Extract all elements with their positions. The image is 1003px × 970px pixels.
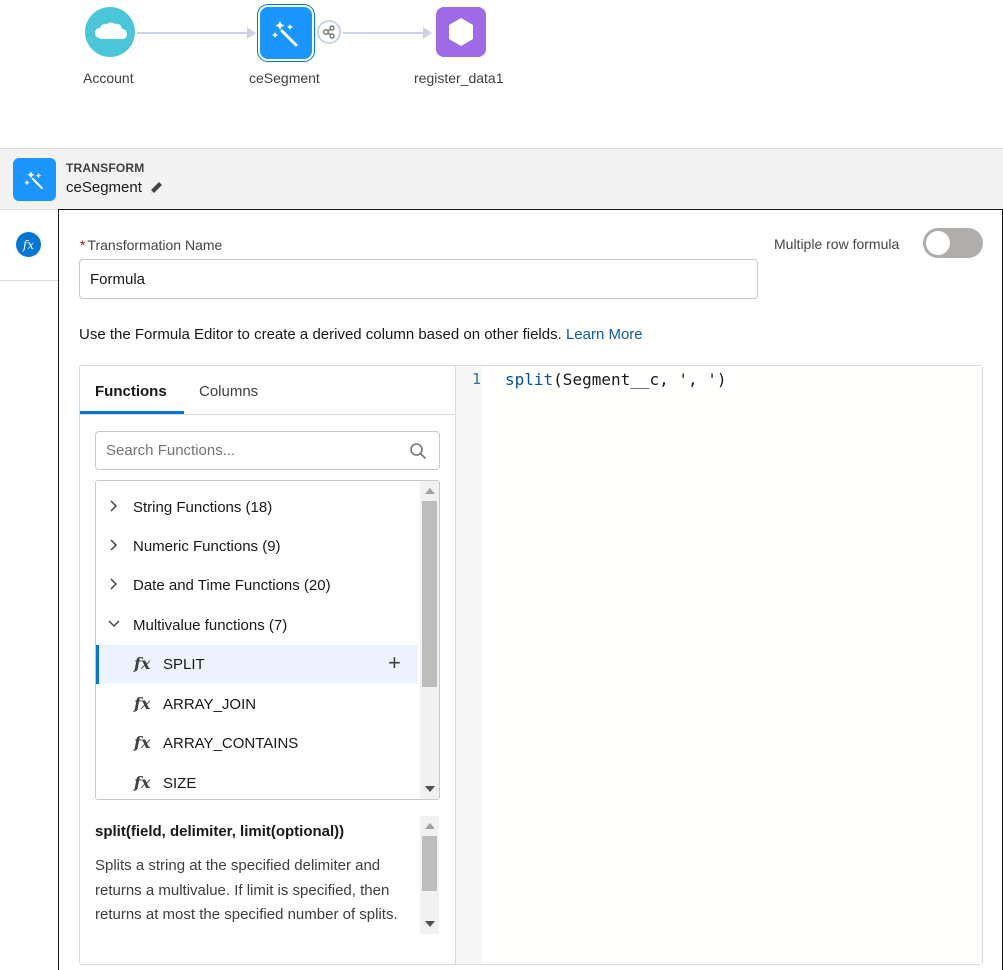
chevron-right-icon bbox=[110, 500, 118, 512]
salesforce-cloud-icon bbox=[95, 22, 127, 39]
line-number-gutter bbox=[456, 366, 482, 964]
scroll-up-arrow-icon[interactable] bbox=[425, 823, 435, 829]
function-label: SIZE bbox=[163, 775, 197, 792]
transform-icon bbox=[13, 158, 56, 201]
transform-type-label: TRANSFORM bbox=[66, 161, 145, 175]
connector-line bbox=[343, 32, 423, 34]
fx-icon: fx bbox=[134, 773, 151, 792]
toggle-knob bbox=[926, 231, 950, 255]
category-label: Multivalue functions (7) bbox=[133, 617, 288, 634]
cesegment-node-label[interactable]: ceSegment bbox=[249, 70, 320, 86]
tab-functions[interactable]: Functions bbox=[95, 383, 167, 400]
transform-name-text: ceSegment bbox=[66, 179, 142, 196]
function-item-size[interactable]: fx SIZE bbox=[96, 764, 418, 799]
scroll-down-arrow-icon[interactable] bbox=[425, 921, 435, 927]
category-string-functions[interactable]: String Functions (18) bbox=[96, 488, 418, 527]
documentation-scrollbar[interactable] bbox=[420, 816, 439, 934]
share-icon bbox=[323, 25, 335, 39]
pencil-edit-icon[interactable] bbox=[148, 180, 164, 196]
function-label: SPLIT bbox=[163, 656, 205, 673]
category-label: Date and Time Functions (20) bbox=[133, 577, 331, 594]
search-icon[interactable] bbox=[409, 442, 427, 460]
cesegment-node-icon[interactable] bbox=[260, 7, 312, 59]
connector-line bbox=[137, 32, 247, 34]
chevron-right-icon bbox=[110, 539, 118, 551]
category-date-time-functions[interactable]: Date and Time Functions (20) bbox=[96, 566, 418, 605]
search-functions-input[interactable] bbox=[96, 432, 406, 469]
function-description: Splits a string at the specified delimit… bbox=[95, 857, 398, 923]
account-node-icon[interactable] bbox=[85, 7, 135, 57]
link-icon[interactable] bbox=[317, 20, 341, 44]
register-node-icon[interactable] bbox=[436, 7, 486, 57]
flow-canvas: Account ceSegment register_data1 bbox=[0, 0, 1003, 148]
function-list: String Functions (18) Numeric Functions … bbox=[95, 480, 440, 800]
function-documentation: split(field, delimiter, limit(optional))… bbox=[95, 816, 440, 934]
active-tab-indicator bbox=[80, 411, 184, 414]
fx-icon: fx bbox=[134, 654, 151, 673]
code-args-token: (Segment__c, ', ') bbox=[553, 370, 727, 389]
scrollbar-thumb[interactable] bbox=[422, 501, 437, 687]
function-item-array-contains[interactable]: fx ARRAY_CONTAINS bbox=[96, 724, 418, 763]
left-rail: fx bbox=[0, 210, 58, 970]
multiple-row-formula-toggle[interactable] bbox=[923, 228, 983, 258]
formula-panel: *Transformation Name Multiple row formul… bbox=[58, 209, 1003, 970]
code-line[interactable]: split(Segment__c, ', ') bbox=[505, 370, 727, 389]
scrollbar-thumb[interactable] bbox=[422, 836, 437, 891]
transform-header: TRANSFORM ceSegment bbox=[0, 148, 1003, 210]
function-label: ARRAY_CONTAINS bbox=[163, 735, 299, 752]
required-asterisk: * bbox=[80, 237, 86, 253]
transformation-name-input[interactable] bbox=[79, 259, 758, 299]
register-node-label[interactable]: register_data1 bbox=[414, 70, 504, 86]
scroll-up-arrow-icon[interactable] bbox=[425, 488, 435, 494]
category-label: Numeric Functions (9) bbox=[133, 538, 281, 555]
multiple-row-formula-label: Multiple row formula bbox=[774, 236, 900, 252]
helper-text: Use the Formula Editor to create a deriv… bbox=[79, 326, 643, 343]
chevron-right-icon bbox=[110, 578, 118, 590]
insert-function-plus-icon[interactable]: + bbox=[388, 652, 401, 674]
magic-wand-icon bbox=[23, 170, 43, 189]
function-list-scrollbar[interactable] bbox=[420, 481, 439, 799]
arrowhead-icon bbox=[423, 27, 432, 39]
tab-columns[interactable]: Columns bbox=[199, 383, 258, 400]
magic-wand-icon bbox=[272, 21, 298, 47]
code-editor[interactable]: 1 split(Segment__c, ', ') bbox=[455, 366, 982, 964]
helper-text-body: Use the Formula Editor to create a deriv… bbox=[79, 326, 562, 343]
account-node-label[interactable]: Account bbox=[83, 70, 134, 86]
function-item-split[interactable]: fx SPLIT + bbox=[96, 645, 418, 684]
search-box bbox=[95, 431, 440, 470]
transform-name: ceSegment bbox=[66, 179, 164, 196]
learn-more-link[interactable]: Learn More bbox=[566, 326, 643, 343]
scroll-down-arrow-icon[interactable] bbox=[425, 786, 435, 792]
category-multivalue-functions[interactable]: Multivalue functions (7) bbox=[96, 606, 418, 645]
rail-divider bbox=[0, 280, 58, 281]
formula-editor-box: Functions Columns String Functions (18) … bbox=[79, 365, 983, 965]
chevron-down-icon bbox=[108, 620, 120, 628]
transformation-name-label-text: Transformation Name bbox=[87, 237, 223, 253]
tab-bar: Functions Columns bbox=[80, 366, 455, 415]
function-signature: split(field, delimiter, limit(optional)) bbox=[95, 823, 345, 840]
category-label: String Functions (18) bbox=[133, 499, 273, 516]
arrowhead-icon bbox=[247, 27, 256, 39]
function-label: ARRAY_JOIN bbox=[163, 696, 257, 713]
category-numeric-functions[interactable]: Numeric Functions (9) bbox=[96, 527, 418, 566]
code-function-token: split bbox=[505, 370, 554, 389]
fx-icon: fx bbox=[134, 733, 151, 752]
fx-icon: fx bbox=[134, 694, 151, 713]
hexagon-icon bbox=[449, 18, 473, 46]
formula-fx-icon[interactable]: fx bbox=[16, 232, 41, 257]
function-item-array-join[interactable]: fx ARRAY_JOIN bbox=[96, 685, 418, 724]
transformation-name-label: * Transformation Name bbox=[80, 237, 222, 253]
line-number: 1 bbox=[472, 370, 482, 388]
